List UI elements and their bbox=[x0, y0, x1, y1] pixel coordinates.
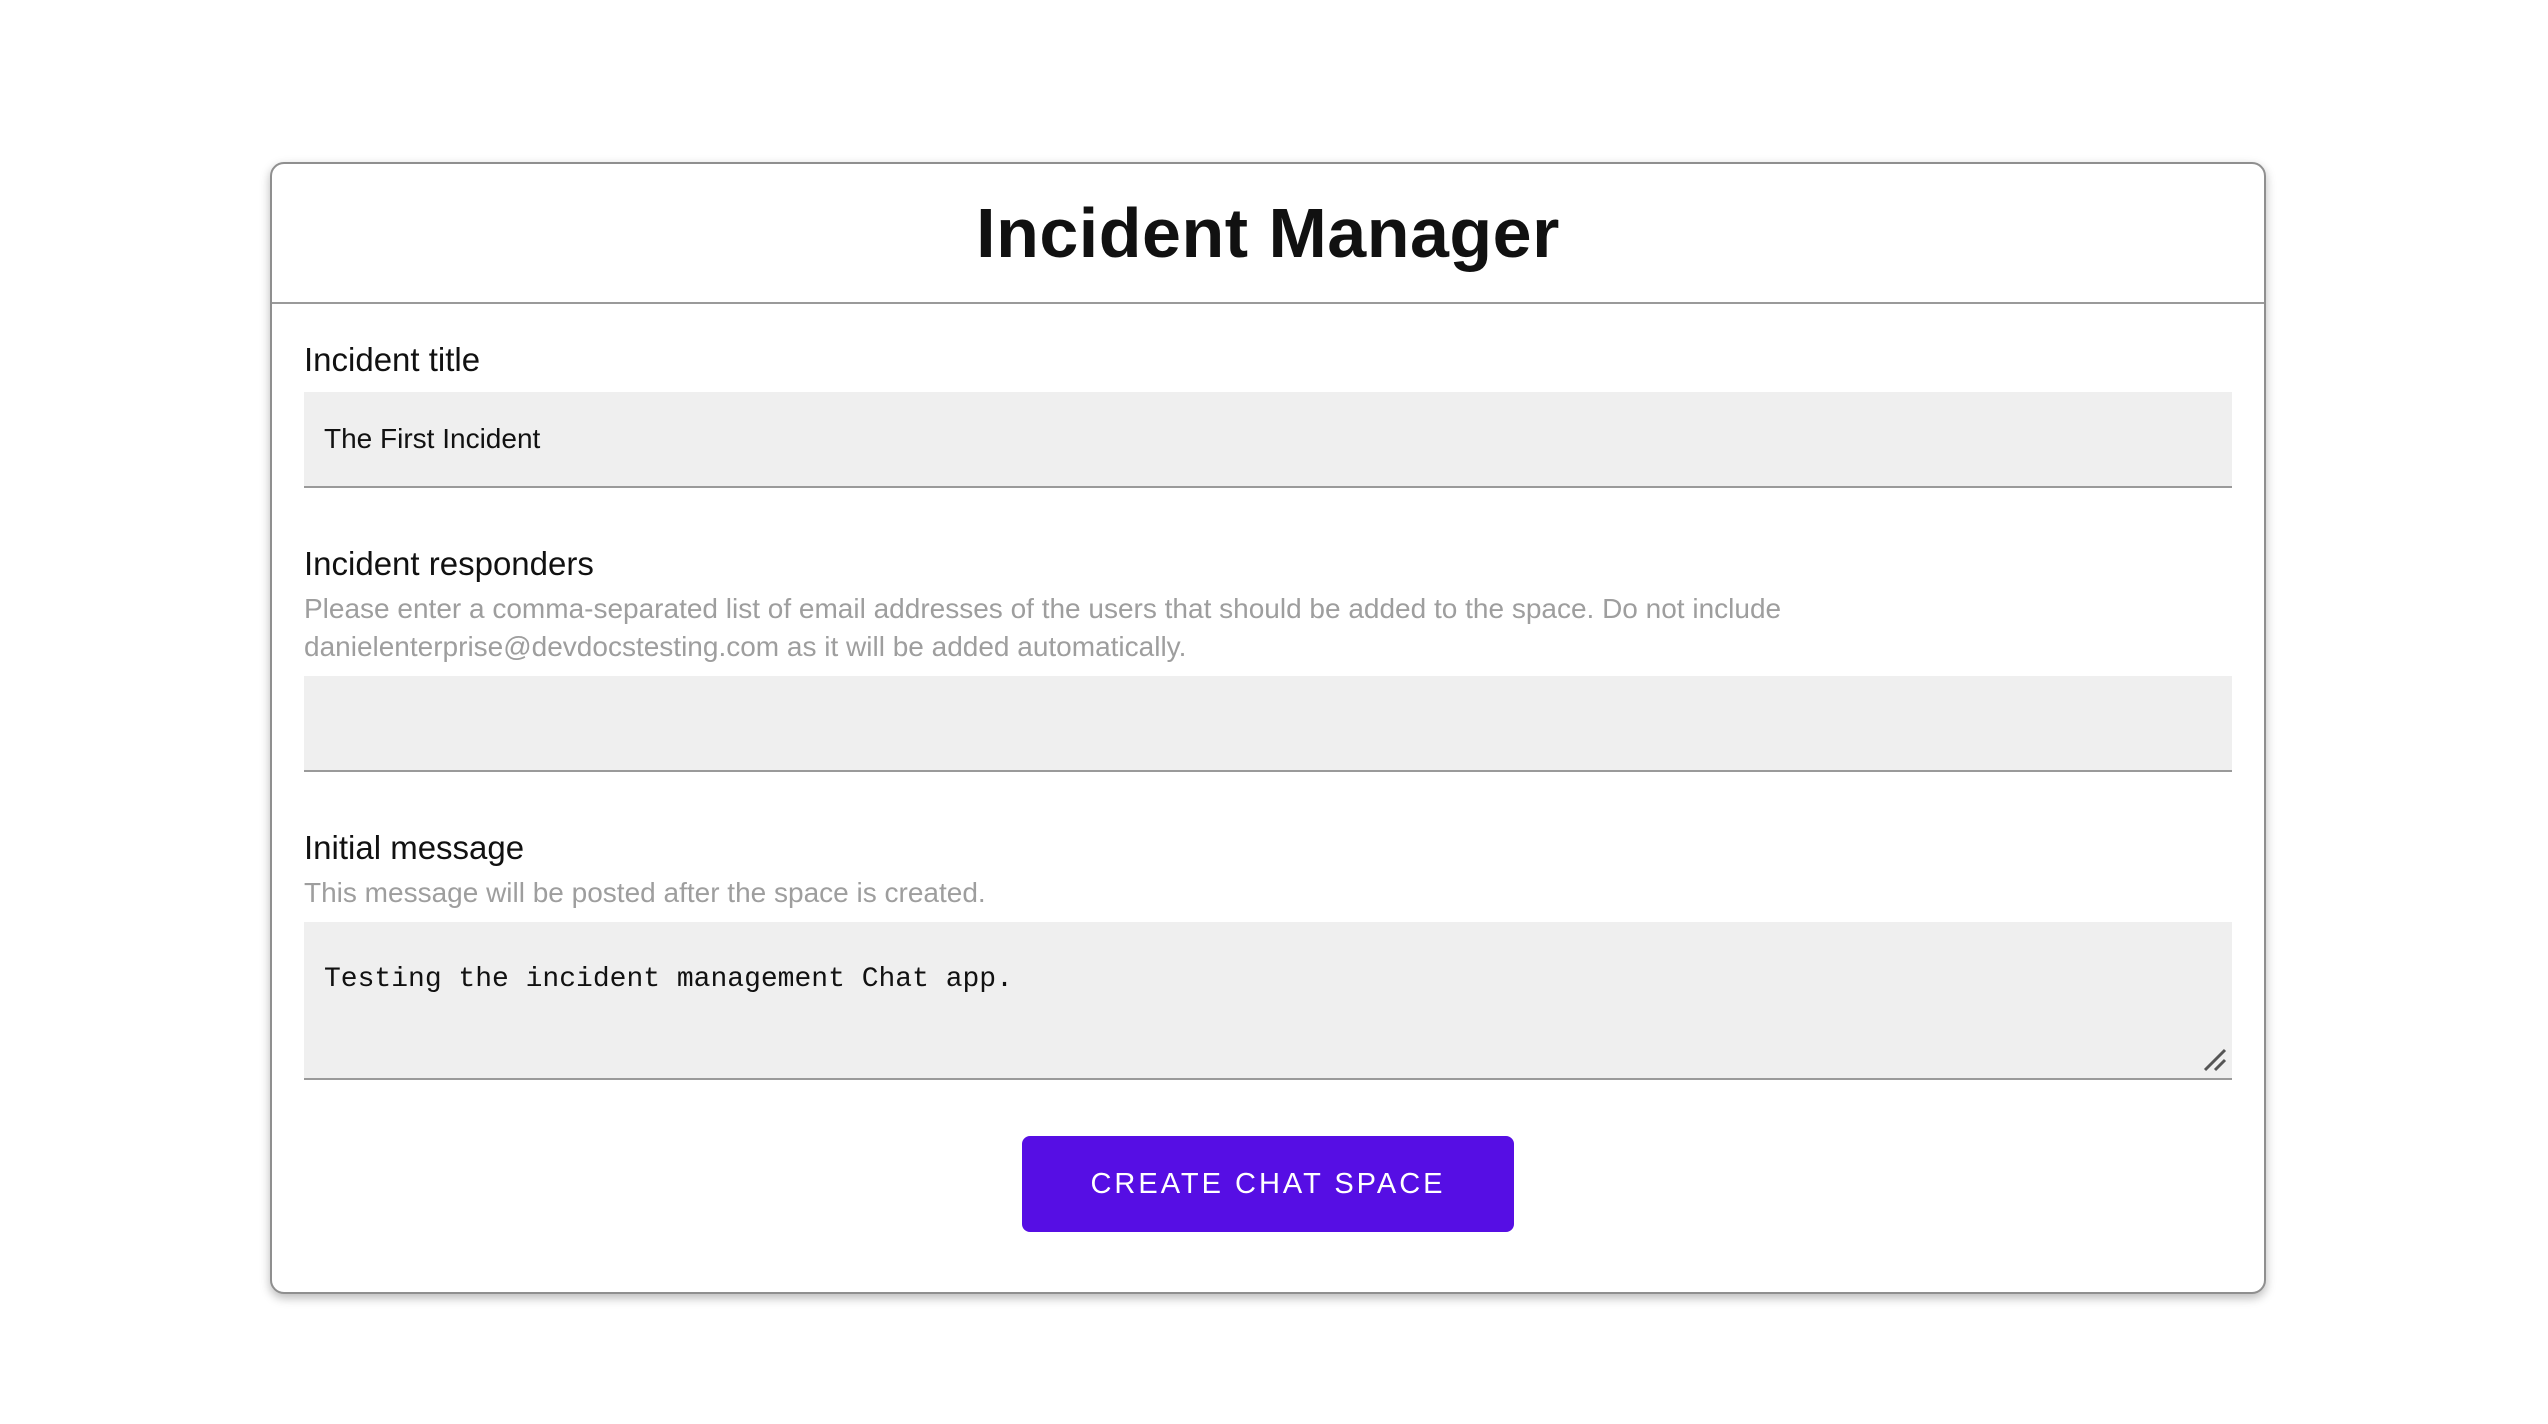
initial-message-hint: This message will be posted after the sp… bbox=[304, 877, 986, 908]
incident-title-input[interactable] bbox=[304, 392, 2232, 488]
initial-message-label: Initial message bbox=[304, 829, 525, 866]
create-chat-space-button[interactable]: CREATE CHAT SPACE bbox=[1022, 1136, 1514, 1232]
initial-message-textarea-wrap: Testing the incident management Chat app… bbox=[304, 922, 2232, 1080]
incident-responders-input[interactable] bbox=[304, 676, 2232, 772]
initial-message-textarea[interactable]: Testing the incident management Chat app… bbox=[304, 922, 2232, 1080]
incident-manager-card: Incident Manager Incident title Incident… bbox=[270, 162, 2266, 1294]
incident-responders-label: Incident responders bbox=[304, 545, 594, 582]
card-body: Incident title Incident responders Pleas… bbox=[272, 338, 2264, 1292]
button-row: CREATE CHAT SPACE bbox=[304, 1136, 2232, 1232]
resize-grip-icon[interactable] bbox=[2201, 1046, 2227, 1072]
card-header: Incident Manager bbox=[272, 164, 2264, 304]
initial-message-section: Initial message This message will be pos… bbox=[304, 826, 2232, 1080]
page-title: Incident Manager bbox=[976, 194, 1560, 272]
incident-responders-hint: Please enter a comma-separated list of e… bbox=[304, 593, 1782, 662]
page-background: Incident Manager Incident title Incident… bbox=[0, 0, 2548, 1424]
incident-responders-section: Incident responders Please enter a comma… bbox=[304, 542, 2232, 772]
incident-title-section: Incident title bbox=[304, 338, 2232, 488]
incident-title-label: Incident title bbox=[304, 341, 481, 378]
